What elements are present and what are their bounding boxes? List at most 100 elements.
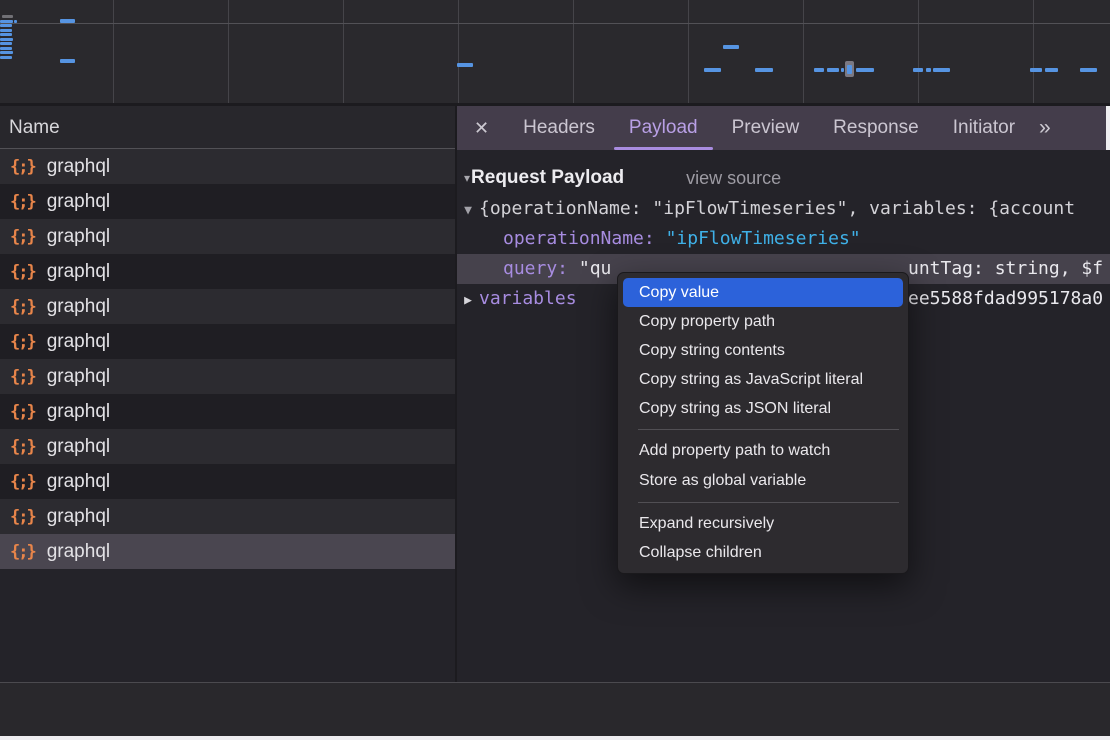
menu-item-copy-property-path[interactable]: Copy property path xyxy=(618,307,908,336)
menu-item-copy-js-literal[interactable]: Copy string as JavaScript literal xyxy=(618,365,908,394)
request-rows: {;} graphql {;} graphql {;} graphql {;} grap… xyxy=(0,149,455,569)
request-name: graphql xyxy=(47,331,110,353)
waterfall-bar xyxy=(0,38,13,41)
waterfall-bar xyxy=(841,68,844,72)
window-edge-right xyxy=(1106,106,1110,150)
name-column-label: Name xyxy=(9,117,60,138)
payload-summary-row[interactable]: ▼{operationName: "ipFlowTimeseries", var… xyxy=(457,194,1110,224)
view-source-link[interactable]: view source xyxy=(686,168,781,189)
expand-icon: ▼ xyxy=(457,196,479,224)
waterfall-bar xyxy=(755,68,773,72)
waterfall-bar xyxy=(856,68,874,72)
json-icon: {;} xyxy=(10,437,35,457)
section-title: Request Payload xyxy=(471,167,624,189)
payload-operation-row[interactable]: operationName: "ipFlowTimeseries" xyxy=(457,224,1110,254)
waterfall-bar xyxy=(0,56,12,59)
waterfall-bar xyxy=(0,29,12,32)
property-key: variables xyxy=(479,288,577,309)
status-footer xyxy=(0,683,1110,736)
request-row[interactable]: {;} graphql xyxy=(0,324,455,359)
request-row[interactable]: {;}graphql xyxy=(0,219,455,254)
request-payload-section[interactable]: ▾ Request Payload view source xyxy=(464,162,1110,194)
request-name: graphql xyxy=(47,471,110,493)
more-tabs-icon[interactable]: » xyxy=(1039,116,1049,140)
request-row[interactable]: {;}graphql xyxy=(0,184,455,219)
property-value-fragment: "qu xyxy=(579,258,612,279)
menu-separator xyxy=(638,502,899,503)
tab-headers[interactable]: Headers xyxy=(523,117,595,139)
menu-item-copy-json-literal[interactable]: Copy string as JSON literal xyxy=(618,394,908,423)
request-row[interactable]: {;} graphql xyxy=(0,499,455,534)
request-name: graphql xyxy=(47,541,110,563)
waterfall-bar xyxy=(704,68,721,72)
waterfall-bar xyxy=(723,45,739,49)
request-row[interactable]: {;} graphql xyxy=(0,359,455,394)
request-name: graphql xyxy=(47,506,110,528)
overview-gridline xyxy=(228,0,229,103)
window-edge-bottom xyxy=(0,736,1110,740)
json-icon: {;} xyxy=(10,472,35,492)
request-name: graphql xyxy=(47,191,110,213)
json-icon: {;} xyxy=(10,157,35,177)
network-overview[interactable] xyxy=(0,0,1110,106)
json-icon: {;} xyxy=(10,297,35,317)
property-key: query: xyxy=(503,258,568,279)
waterfall-bar xyxy=(0,42,12,45)
name-column-header[interactable]: Name xyxy=(0,106,455,149)
json-icon: {;} xyxy=(10,262,35,282)
waterfall-bar xyxy=(1045,68,1058,72)
devtools-network-panel: Name {;} graphql {;} graphql {;} graphql {;… xyxy=(0,0,1110,740)
panel-divider[interactable] xyxy=(455,106,457,736)
request-list: Name {;} graphql {;} graphql {;} graphql {;… xyxy=(0,106,455,569)
overview-gridline xyxy=(113,0,114,103)
request-row[interactable]: {;} graphql xyxy=(0,149,455,184)
overview-gridline xyxy=(573,0,574,103)
menu-item-copy-string-contents[interactable]: Copy string contents xyxy=(618,336,908,365)
tab-preview[interactable]: Preview xyxy=(732,117,800,139)
request-name: graphql xyxy=(47,366,110,388)
overview-gridline xyxy=(803,0,804,103)
menu-item-expand-recursively[interactable]: Expand recursively xyxy=(618,509,908,538)
waterfall-bar xyxy=(1030,68,1042,72)
tab-initiator[interactable]: Initiator xyxy=(953,117,1015,139)
waterfall-bar xyxy=(14,20,17,23)
overview-gridline xyxy=(458,0,459,103)
property-value: "ipFlowTimeseries" xyxy=(666,228,861,249)
tab-response[interactable]: Response xyxy=(833,117,919,139)
request-row[interactable]: {;} graphql xyxy=(0,429,455,464)
menu-item-collapse-children[interactable]: Collapse children xyxy=(618,538,908,567)
request-row[interactable]: {;}graphql xyxy=(0,394,455,429)
request-row[interactable]: {;} graphql xyxy=(0,464,455,499)
request-row[interactable]: {;} graphql xyxy=(0,254,455,289)
json-icon: {;} xyxy=(10,332,35,352)
menu-item-copy-value[interactable]: Copy value xyxy=(623,278,903,307)
tab-payload[interactable]: Payload xyxy=(629,117,698,139)
menu-separator xyxy=(638,429,899,430)
json-icon: {;} xyxy=(10,402,35,422)
waterfall-bar xyxy=(814,68,824,72)
waterfall-bar xyxy=(827,68,839,72)
request-name: graphql xyxy=(47,436,110,458)
menu-item-store-global[interactable]: Store as global variable xyxy=(618,466,908,496)
request-name: graphql xyxy=(47,261,110,283)
overview-gridline xyxy=(688,0,689,103)
property-value-fragment: ee5588fdad995178a0 xyxy=(908,284,1103,314)
json-icon: {;} xyxy=(10,507,35,527)
overview-gridline xyxy=(918,0,919,103)
overview-gridline xyxy=(343,0,344,103)
close-icon[interactable]: ✕ xyxy=(474,118,489,139)
request-name: graphql xyxy=(47,296,110,318)
summary-text: {operationName: "ipFlowTimeseries", vari… xyxy=(479,198,1075,219)
request-name: graphql xyxy=(47,156,110,178)
property-key: operationName: xyxy=(503,228,655,249)
json-icon: {;} xyxy=(10,367,35,387)
waterfall-bar xyxy=(0,51,13,54)
waterfall-bar xyxy=(60,59,75,63)
overview-gridline xyxy=(1033,0,1034,103)
waterfall-bar xyxy=(0,24,12,27)
request-row-selected[interactable]: {;}graphql xyxy=(0,534,455,569)
menu-item-add-watch[interactable]: Add property path to watch xyxy=(618,436,908,466)
json-icon: {;} xyxy=(10,227,35,247)
request-row[interactable]: {;} graphql xyxy=(0,289,455,324)
collapse-icon: ▶ xyxy=(457,286,479,314)
